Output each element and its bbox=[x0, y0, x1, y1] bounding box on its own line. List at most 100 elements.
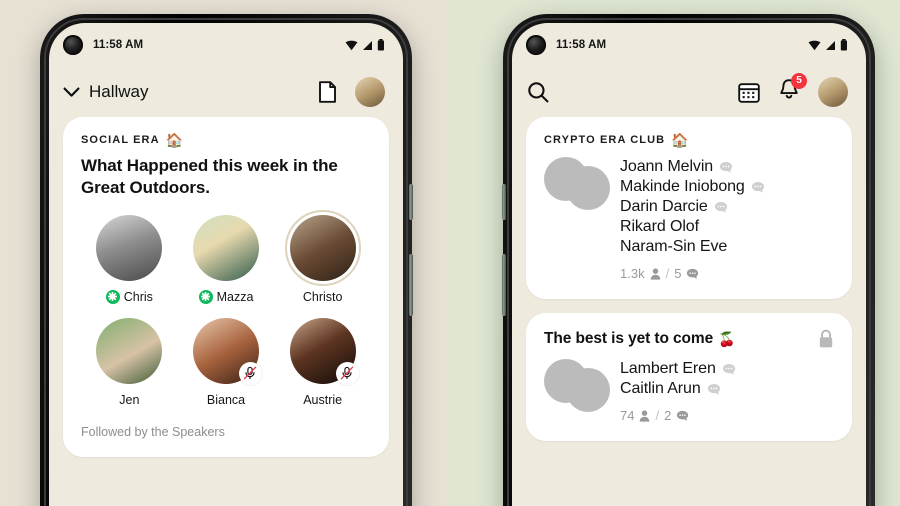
calendar-icon[interactable] bbox=[738, 82, 760, 103]
chat-bubble-icon bbox=[676, 410, 689, 422]
left-header-actions bbox=[318, 77, 385, 107]
phone-right: 11:58 AM 5 CRYPTO ERA CLUB 🏠 Joann Melvi… bbox=[502, 14, 875, 506]
left-status-bar: 11:58 AM bbox=[49, 23, 403, 67]
person-icon bbox=[639, 409, 650, 422]
participant-name: Makinde Iniobong bbox=[620, 178, 745, 195]
muted-mic-icon bbox=[238, 361, 262, 385]
speaker-name: Chris bbox=[123, 289, 153, 304]
participant-names: Lambert Eren Caitlin Arun 74 / 2 bbox=[620, 359, 736, 423]
left-feed: SOCIAL ERA 🏠 What Happened this week in … bbox=[49, 117, 403, 457]
speaking-bubble-icon bbox=[722, 363, 736, 376]
card-title-text: The best is yet to come bbox=[544, 330, 714, 347]
speaker-name: Mazza bbox=[216, 289, 254, 304]
status-clock: 11:58 AM bbox=[556, 39, 607, 51]
notifications-button[interactable]: 5 bbox=[778, 73, 807, 106]
speaker-name: Christo bbox=[302, 289, 343, 304]
signal-icon bbox=[362, 40, 373, 51]
speaker-count: 2 bbox=[664, 408, 672, 423]
listener-count: 1.3k bbox=[620, 266, 645, 281]
card-title: The best is yet to come 🍒 bbox=[544, 330, 736, 348]
battery-icon bbox=[840, 39, 848, 51]
cherries-icon: 🍒 bbox=[718, 331, 736, 347]
speaker-photo bbox=[96, 317, 163, 384]
speaker-photo-wrap bbox=[284, 209, 361, 286]
chevron-down-icon[interactable] bbox=[63, 87, 80, 98]
speaking-bubble-icon bbox=[719, 161, 733, 174]
right-status-bar: 11:58 AM bbox=[512, 23, 866, 67]
participants-body: Lambert Eren Caitlin Arun 74 / 2 bbox=[544, 359, 834, 423]
speaker-christo[interactable]: Christo bbox=[274, 209, 371, 304]
participant-avatar bbox=[544, 157, 588, 201]
right-feed: CRYPTO ERA CLUB 🏠 Joann Melvin Makinde I… bbox=[512, 117, 866, 441]
speaker-name-row: Jen bbox=[119, 393, 139, 407]
listener-count: 74 bbox=[620, 408, 635, 423]
phone-right-volume-button[interactable] bbox=[502, 254, 506, 316]
phone-left: 11:58 AM Hallway SOCIAL ERA 🏠 What Happe… bbox=[40, 14, 413, 506]
wifi-icon bbox=[345, 40, 358, 51]
participant-row[interactable]: Darin Darcie bbox=[620, 198, 765, 216]
lock-icon bbox=[818, 329, 834, 349]
card-title-row: The best is yet to come 🍒 bbox=[544, 329, 834, 349]
phone-left-screen: 11:58 AM Hallway SOCIAL ERA 🏠 What Happe… bbox=[49, 23, 403, 506]
participant-names: Joann Melvin Makinde Iniobong Darin Darc… bbox=[620, 157, 765, 281]
stats-separator: / bbox=[665, 266, 670, 281]
speaker-name-row: Christo bbox=[303, 290, 343, 304]
participant-row[interactable]: Rikard Olof bbox=[620, 218, 765, 236]
speaking-bubble-icon bbox=[707, 383, 721, 396]
participant-avatars bbox=[544, 157, 610, 210]
participant-name: Caitlin Arun bbox=[620, 380, 701, 397]
house-icon: 🏠 bbox=[165, 132, 184, 148]
speaker-bianca[interactable]: Bianca bbox=[178, 317, 275, 407]
speaker-photo-wrap bbox=[96, 317, 163, 384]
participant-name: Joann Melvin bbox=[620, 158, 714, 175]
status-system-icons bbox=[345, 39, 385, 51]
star-badge-icon bbox=[105, 289, 120, 304]
phone-left-volume-button[interactable] bbox=[409, 254, 413, 316]
speaker-photo bbox=[289, 214, 356, 281]
club-row: SOCIAL ERA 🏠 bbox=[81, 133, 371, 147]
participant-avatars bbox=[544, 359, 610, 412]
crypto-era-club-card[interactable]: CRYPTO ERA CLUB 🏠 Joann Melvin Makinde I… bbox=[526, 117, 852, 299]
hallway-label: Hallway bbox=[89, 82, 149, 101]
speaker-name: Jen bbox=[119, 392, 140, 407]
club-name: CRYPTO ERA CLUB bbox=[544, 134, 666, 146]
phone-left-power-button[interactable] bbox=[409, 184, 413, 220]
participant-avatar bbox=[544, 359, 588, 403]
club-row: CRYPTO ERA CLUB 🏠 bbox=[544, 133, 834, 147]
participant-row[interactable]: Joann Melvin bbox=[620, 158, 765, 176]
phone-right-power-button[interactable] bbox=[502, 184, 506, 220]
participant-row[interactable]: Caitlin Arun bbox=[620, 380, 736, 398]
search-icon[interactable] bbox=[526, 80, 550, 104]
speaker-mazza[interactable]: Mazza bbox=[178, 214, 275, 304]
house-icon: 🏠 bbox=[671, 132, 689, 148]
speaker-name: Bianca bbox=[206, 392, 246, 407]
participant-name: Naram-Sin Eve bbox=[620, 238, 728, 255]
social-era-card[interactable]: SOCIAL ERA 🏠 What Happened this week in … bbox=[63, 117, 389, 457]
speaker-austrie[interactable]: Austrie bbox=[274, 317, 371, 407]
front-camera-punchhole bbox=[526, 35, 546, 55]
best-is-yet-to-come-card[interactable]: The best is yet to come 🍒 Lambert Eren C… bbox=[526, 313, 852, 441]
phone-right-screen: 11:58 AM 5 CRYPTO ERA CLUB 🏠 Joann Melvi… bbox=[512, 23, 866, 506]
speaker-count: 5 bbox=[674, 266, 682, 281]
speaker-name-row: Austrie bbox=[303, 393, 342, 407]
profile-avatar[interactable] bbox=[818, 77, 848, 107]
profile-avatar[interactable] bbox=[355, 77, 385, 107]
speaker-photo bbox=[192, 214, 259, 281]
status-clock: 11:58 AM bbox=[93, 39, 144, 51]
speaker-photo-wrap bbox=[289, 317, 359, 385]
participant-name: Lambert Eren bbox=[620, 360, 716, 377]
participant-row[interactable]: Makinde Iniobong bbox=[620, 178, 765, 196]
speaker-photo-wrap bbox=[96, 214, 163, 281]
hallway-toggle[interactable]: Hallway bbox=[63, 82, 149, 102]
speaker-chris[interactable]: Chris bbox=[81, 214, 178, 304]
speaker-jen[interactable]: Jen bbox=[81, 317, 178, 407]
status-system-icons bbox=[808, 39, 848, 51]
right-header-actions: 5 bbox=[738, 73, 848, 107]
speaker-grid: Chris Mazza Christo Jen Bianca Austrie bbox=[81, 209, 371, 407]
chat-bubble-icon bbox=[686, 268, 699, 280]
signal-icon bbox=[825, 40, 836, 51]
participant-row[interactable]: Lambert Eren bbox=[620, 360, 736, 378]
participant-row[interactable]: Naram-Sin Eve bbox=[620, 238, 765, 256]
document-icon[interactable] bbox=[318, 81, 337, 103]
wifi-icon bbox=[808, 40, 821, 51]
